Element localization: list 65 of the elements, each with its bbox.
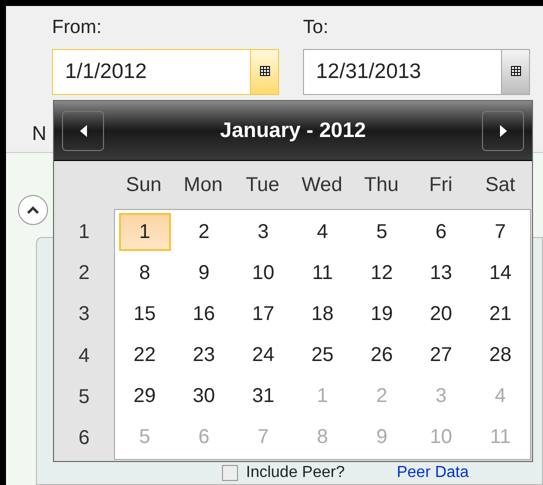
day-cell[interactable]: 29 [118,376,171,415]
checkbox-label: Include Peer? [246,465,345,481]
chevron-up-icon [27,206,39,214]
week-number: 1 [77,220,91,245]
day-cell[interactable]: 13 [415,254,468,292]
right-arrow-icon [500,124,506,136]
previous-month-button[interactable] [62,110,104,150]
weekday-header: Thu [363,173,400,198]
field-label: From: [52,18,103,37]
day-cell[interactable]: 3 [237,213,290,252]
collapse-button[interactable] [18,195,48,225]
day-cell[interactable]: 14 [474,254,526,292]
week-number: 5 [77,384,91,410]
weekday-header: Mon [182,173,224,198]
day-cell[interactable]: 7 [474,213,526,252]
day-cell[interactable]: 4 [296,213,348,252]
calendar-icon [510,66,520,76]
week-number: 4 [77,344,91,369]
day-cell[interactable]: 24 [237,336,290,374]
weekday-header: Fri [428,173,454,198]
day-cell[interactable]: 23 [178,336,230,374]
day-cell[interactable]: 11 [296,254,348,292]
weekday-header: Sat [484,173,516,198]
day-cell[interactable]: 17 [237,295,290,334]
day-cell[interactable]: 16 [178,295,230,334]
week-number: 6 [77,426,91,452]
day-cell[interactable]: 10 [237,254,290,292]
day-cell[interactable]: 25 [296,336,348,374]
date-value: 1/1/2012 [64,59,148,86]
weekday-header: Tue [244,173,280,198]
day-cell[interactable]: 8 [118,254,171,292]
day-cell[interactable]: 6 [415,213,468,252]
day-cell[interactable]: 18 [296,295,348,334]
day-cell[interactable]: 9 [178,254,230,292]
date-field[interactable]: 1/1/2012 [52,49,279,95]
day-cell[interactable]: 21 [474,295,526,334]
field-label: To: [303,18,330,37]
week-number: 2 [77,260,91,286]
day-cell[interactable]: 22 [118,336,171,374]
day-cell[interactable]: 15 [118,295,171,334]
date-value: 12/31/2013 [315,59,422,86]
checkbox[interactable] [222,465,238,481]
day-cell[interactable]: 2 [178,213,230,252]
day-cell[interactable]: 19 [356,295,408,334]
calendar-button[interactable] [250,50,278,94]
day-cell[interactable]: 28 [474,336,526,374]
day-cell[interactable]: 12 [356,254,408,292]
date-field[interactable]: 12/31/2013 [303,49,530,95]
next-month-button[interactable] [482,110,524,150]
day-cell[interactable]: 30 [178,376,230,415]
weekday-header: Wed [300,173,344,198]
day-cell[interactable]: 1 [118,213,171,252]
calendar-icon [260,66,270,76]
weekday-header: Sun [124,173,162,198]
month-title[interactable]: January - 2012 [112,114,474,146]
left-arrow-icon [80,124,86,136]
form-label: N [32,122,46,147]
day-cell[interactable]: 26 [356,336,408,374]
week-number: 3 [77,302,91,328]
day-cell[interactable]: 20 [415,295,468,334]
day-cell[interactable]: 31 [237,376,290,415]
day-cell[interactable]: 27 [415,336,468,374]
calendar-button[interactable] [501,50,529,94]
peer-data-link[interactable]: Peer Data [396,465,469,481]
day-cell[interactable]: 5 [356,213,408,252]
